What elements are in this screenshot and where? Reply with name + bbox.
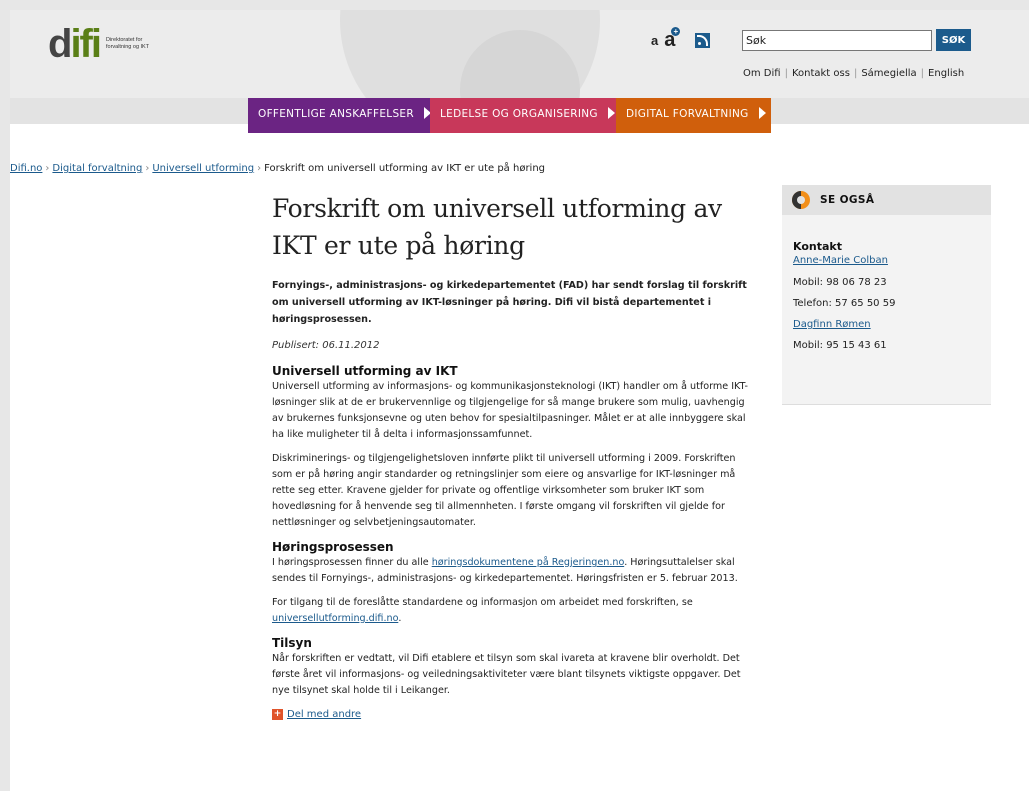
logo-tagline-line-2: forvaltning og IKT xyxy=(105,44,150,50)
breadcrumb-link-home[interactable]: Difi.no xyxy=(10,163,42,174)
breadcrumb-separator: › xyxy=(257,163,262,174)
top-links: Om Difi | Kontakt oss | Sámegiella | English xyxy=(743,68,964,79)
breadcrumb-link-digital-forvaltning[interactable]: Digital forvaltning xyxy=(52,163,142,174)
sidebar-title: SE OGSÅ xyxy=(820,194,875,206)
section-heading-tilsyn: Tilsyn xyxy=(272,636,312,650)
breadcrumb-link-universell-utforming[interactable]: Universell utforming xyxy=(152,163,254,174)
search-button[interactable]: SØK xyxy=(936,29,971,51)
search-input[interactable] xyxy=(742,30,932,51)
nav-offentlige-anskaffelser[interactable]: OFFENTLIGE ANSKAFFELSER xyxy=(248,98,431,133)
section-heading-universell-utforming: Universell utforming av IKT xyxy=(272,364,458,378)
header-tools: a a + xyxy=(651,27,711,50)
page: difi Direktoratet for forvaltning og IKT… xyxy=(10,10,1029,791)
contact-name-line: Anne-Marie Colban xyxy=(793,254,991,268)
text-size-large-icon[interactable]: a + xyxy=(664,27,681,50)
published-date: Publisert: 06.11.2012 xyxy=(272,340,380,351)
logo-tagline: Direktoratet for forvaltning og IKT xyxy=(106,37,176,51)
sidebar-body: Kontakt Anne-Marie Colban Mobil: 98 06 7… xyxy=(782,215,991,356)
rss-icon[interactable] xyxy=(695,32,711,48)
top-link-om-difi[interactable]: Om Difi xyxy=(743,68,781,79)
link-separator: | xyxy=(853,68,858,79)
contact-phone: Telefon: 57 65 50 59 xyxy=(793,298,896,309)
nav-label: LEDELSE OG ORGANISERING xyxy=(440,108,598,120)
article-lead: Fornyings-, administrasjons- og kirkedep… xyxy=(272,280,747,325)
breadcrumb-separator: › xyxy=(45,163,50,174)
nav-digital-forvaltning[interactable]: DIGITAL FORVALTNING xyxy=(616,98,771,133)
text-size-small-icon[interactable]: a xyxy=(651,33,658,48)
link-separator: | xyxy=(784,68,788,79)
contact-mobile: Mobil: 95 15 43 61 xyxy=(793,340,887,351)
top-link-kontakt-oss[interactable]: Kontakt oss xyxy=(792,68,850,79)
nav-ledelse-og-organisering[interactable]: LEDELSE OG ORGANISERING xyxy=(430,98,616,133)
paragraph: For tilgang til de foreslåtte standarden… xyxy=(272,595,750,627)
paragraph-text: I høringsprosessen finner du alle xyxy=(272,557,432,568)
plus-icon: + xyxy=(671,27,681,36)
share-plus-icon: + xyxy=(272,709,283,720)
nav-label: DIGITAL FORVALTNING xyxy=(626,108,749,120)
paragraph: Universell utforming av informasjons- og… xyxy=(272,381,749,440)
link-separator: | xyxy=(920,68,925,79)
see-also-sidebar: SE OGSÅ Kontakt Anne-Marie Colban Mobil:… xyxy=(782,185,991,405)
difi-symbol-icon xyxy=(792,191,810,209)
logo-tagline-line-1: Direktoratet for xyxy=(105,37,143,43)
top-link-english[interactable]: English xyxy=(928,68,964,79)
share-label[interactable]: Del med andre xyxy=(287,709,361,720)
contact-link-anne-marie-colban[interactable]: Anne-Marie Colban xyxy=(793,255,888,266)
logo-wordmark: difi xyxy=(48,22,102,66)
contact-link-dagfinn-romen[interactable]: Dagfinn Rømen xyxy=(793,319,871,330)
sidebar-header: SE OGSÅ xyxy=(782,185,991,215)
contact-mobile: Mobil: 98 06 78 23 xyxy=(793,277,887,288)
contact-name-line: Dagfinn Rømen xyxy=(793,314,991,335)
difi-logo[interactable]: difi Direktoratet for forvaltning og IKT xyxy=(48,22,176,66)
site-header: difi Direktoratet for forvaltning og IKT… xyxy=(10,10,1029,98)
paragraph-text: For tilgang til de foreslåtte standarden… xyxy=(272,597,693,608)
article: Forskrift om universell utforming av IKT… xyxy=(272,190,750,720)
contact-heading: Kontakt xyxy=(793,240,842,253)
share-link[interactable]: + Del med andre xyxy=(272,709,750,720)
section-heading-horingsprosessen: Høringsprosessen xyxy=(272,540,394,554)
arrow-right-icon xyxy=(607,107,615,119)
paragraph: Når forskriften er vedtatt, vil Difi eta… xyxy=(272,653,741,696)
link-horingsdokumentene[interactable]: høringsdokumentene på Regjeringen.no xyxy=(432,557,624,568)
top-link-samegiella[interactable]: Sámegiella xyxy=(861,68,916,79)
breadcrumb-separator: › xyxy=(145,163,150,174)
paragraph: I høringsprosessen finner du alle høring… xyxy=(272,555,750,587)
link-universellutforming[interactable]: universellutforming.difi.no xyxy=(272,613,398,624)
paragraph-text: . xyxy=(398,613,402,624)
page-title: Forskrift om universell utforming av IKT… xyxy=(272,194,722,260)
breadcrumb: Difi.no › Digital forvaltning › Universell u… xyxy=(10,163,545,174)
breadcrumb-current: Forskrift om universell utforming av IKT… xyxy=(264,163,546,174)
nav-label: OFFENTLIGE ANSKAFFELSER xyxy=(258,108,414,120)
arrow-right-icon xyxy=(758,107,766,119)
paragraph: Diskriminerings- og tilgjengelighetslove… xyxy=(272,453,736,528)
